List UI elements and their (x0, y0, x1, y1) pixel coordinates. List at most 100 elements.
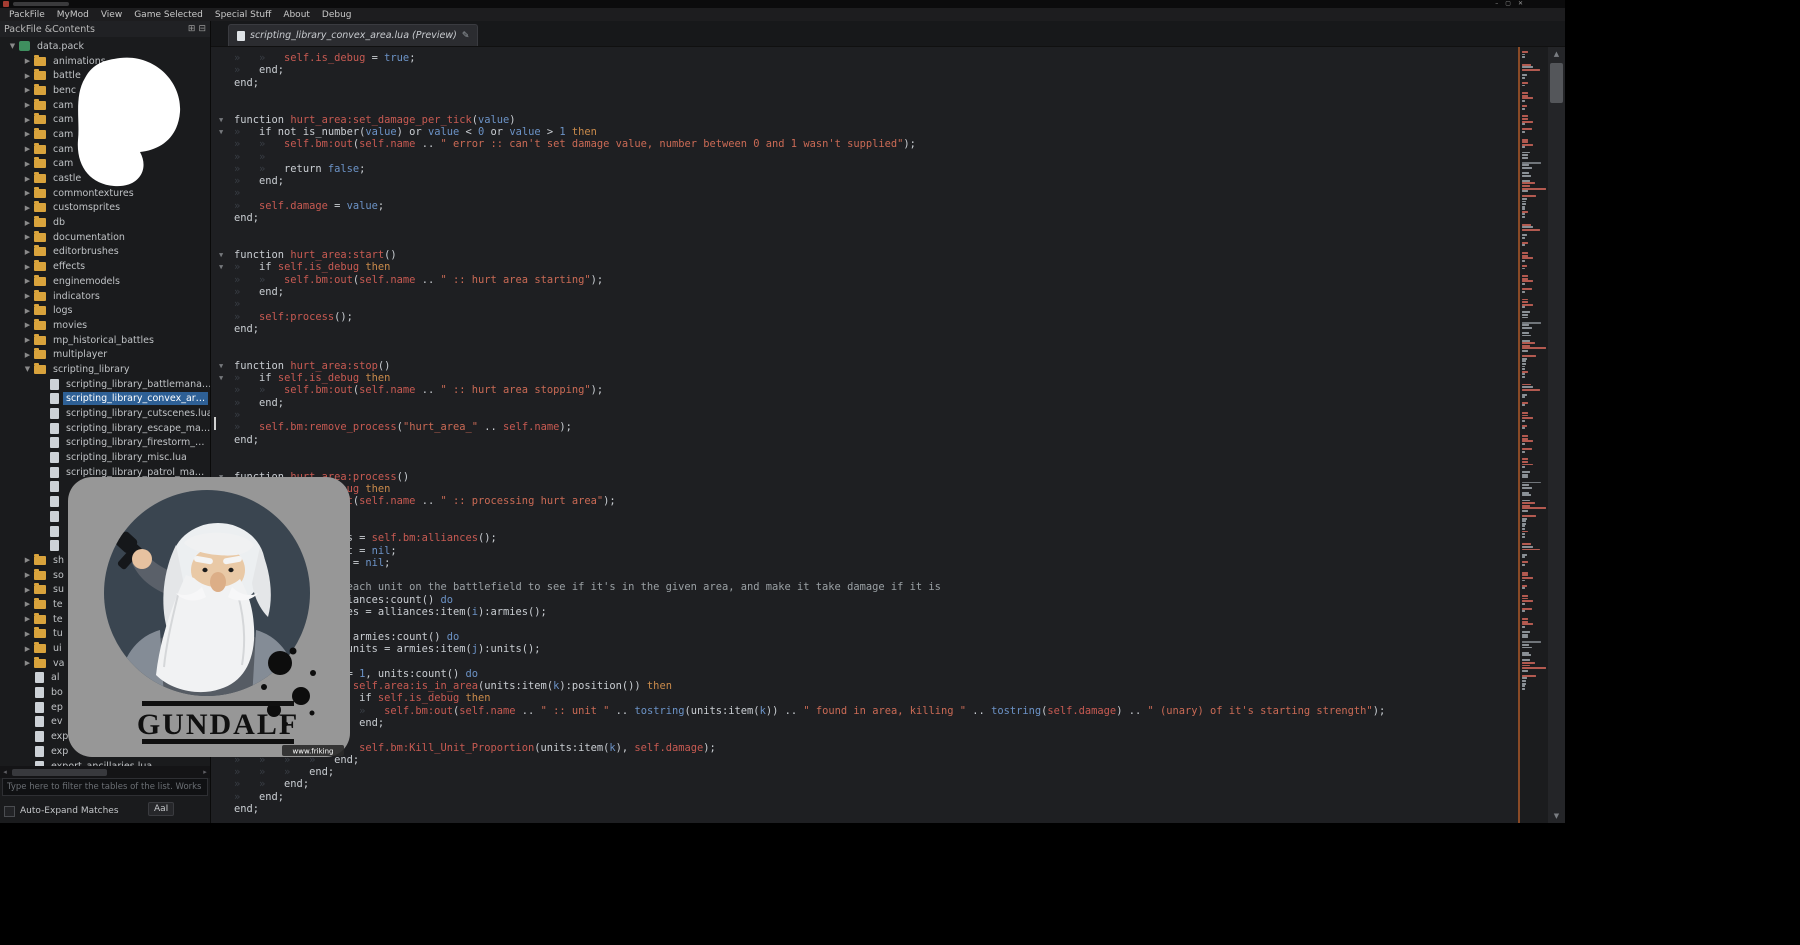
expand-all-icon[interactable]: ⊞ (188, 24, 196, 34)
vertical-scrollbar[interactable]: ▲ ▼ (1548, 47, 1565, 823)
tree-expand-icon[interactable]: ▶ (21, 101, 34, 109)
auto-expand-checkbox[interactable] (4, 806, 15, 817)
tree-expand-icon[interactable]: ▶ (21, 659, 34, 667)
tree-expand-icon[interactable]: ▶ (21, 307, 34, 315)
menu-item-mymod[interactable]: MyMod (51, 10, 95, 20)
tree-expand-icon[interactable]: ▶ (21, 600, 34, 608)
menu-item-packfile[interactable]: PackFile (3, 10, 51, 20)
tree-expand-icon[interactable]: ▶ (21, 189, 34, 197)
menu-item-view[interactable]: View (95, 10, 128, 20)
panel-header: PackFile &Contents ⊞ ⊟ (0, 21, 210, 37)
tree-item-movies[interactable]: ▶movies (0, 318, 210, 333)
tree-expand-icon[interactable]: ▶ (21, 86, 34, 94)
code-line: end; (211, 77, 1518, 89)
code-line: » » » » » end; (211, 717, 1518, 729)
pencil-icon[interactable]: ✎ (462, 31, 470, 41)
tree-item-label: mp_historical_battles (50, 334, 157, 347)
sticker-watermark: www.friking (293, 748, 334, 756)
menu-item-special-stuff[interactable]: Special Stuff (209, 10, 277, 20)
tree-expand-icon[interactable]: ▶ (21, 321, 34, 329)
tree-expand-icon[interactable]: ▶ (21, 145, 34, 153)
tree-expand-icon[interactable]: ▶ (21, 175, 34, 183)
tree-expand-icon[interactable]: ▶ (21, 351, 34, 359)
tree-expand-icon[interactable]: ▶ (21, 248, 34, 256)
tab-scripting-library-convex-area[interactable]: scripting_library_convex_area.lua (Previ… (228, 24, 478, 46)
tree-expand-icon[interactable]: ▶ (21, 160, 34, 168)
tree-expand-icon[interactable]: ▶ (21, 586, 34, 594)
tree-expand-icon[interactable]: ▶ (21, 57, 34, 65)
fold-arrow-icon[interactable]: ▼ (219, 373, 223, 383)
tree-item-documentation[interactable]: ▶documentation (0, 230, 210, 245)
tree-expand-icon[interactable]: ▶ (21, 645, 34, 653)
tree-item-enginemodels[interactable]: ▶enginemodels (0, 274, 210, 289)
folder-icon (34, 585, 46, 594)
fold-arrow-icon[interactable]: ▼ (219, 262, 223, 272)
scroll-thumb[interactable] (1550, 63, 1563, 103)
scroll-down-icon[interactable]: ▼ (1548, 809, 1565, 823)
tree-item-scripting-library[interactable]: ▼scripting_library (0, 362, 210, 377)
tree-expand-icon[interactable]: ▶ (21, 615, 34, 623)
tree-item-scripting-library-misc-lua[interactable]: scripting_library_misc.lua (0, 450, 210, 465)
tree-item-db[interactable]: ▶db (0, 215, 210, 230)
tree-item-scripting-library-cutscenes-lua[interactable]: scripting_library_cutscenes.lua (0, 406, 210, 421)
tree-expand-icon[interactable]: ▶ (21, 336, 34, 344)
tree-item-indicators[interactable]: ▶indicators (0, 289, 210, 304)
tree-filter-input[interactable] (2, 778, 208, 796)
editor-area: scripting_library_convex_area.lua (Previ… (211, 21, 1565, 823)
tree-item-scripting-library-convex-ar-[interactable]: scripting_library_convex_ar… (0, 392, 210, 407)
code-line: » » end; (211, 778, 1518, 790)
fold-arrow-icon[interactable]: ▼ (219, 127, 223, 137)
tree-expand-icon[interactable]: ▶ (21, 116, 34, 124)
tree-expand-icon[interactable]: ▶ (21, 219, 34, 227)
code-line: » » » end; (211, 766, 1518, 778)
folder-icon (34, 262, 46, 271)
tree-item-scripting-library-battlemana-[interactable]: scripting_library_battlemana… (0, 377, 210, 392)
case-sensitive-button[interactable]: AaI (148, 802, 174, 816)
minimize-icon[interactable]: – (1495, 0, 1498, 8)
code-line (211, 348, 1518, 360)
fold-arrow-icon[interactable]: ▼ (219, 250, 223, 260)
tree-expand-icon[interactable]: ▶ (21, 204, 34, 212)
menu-item-game-selected[interactable]: Game Selected (128, 10, 209, 20)
menu-item-about[interactable]: About (277, 10, 316, 20)
tree-item-effects[interactable]: ▶effects (0, 259, 210, 274)
code-line: » -- go through each unit on the battlef… (211, 581, 1518, 593)
tree-expand-icon[interactable]: ▶ (21, 571, 34, 579)
tree-item-editorbrushes[interactable]: ▶editorbrushes (0, 245, 210, 260)
scroll-thumb[interactable] (12, 769, 107, 776)
tree-expand-icon[interactable]: ▶ (21, 72, 34, 80)
tree-item-mp-historical-battles[interactable]: ▶ mp_historical_battles (0, 333, 210, 348)
tree-collapse-icon[interactable]: ▼ (6, 42, 19, 50)
scroll-left-icon[interactable]: ◂ (0, 768, 10, 776)
tree-horizontal-scrollbar[interactable]: ◂ ▸ (0, 766, 210, 778)
close-icon[interactable]: ✕ (1518, 0, 1523, 8)
fold-arrow-icon[interactable]: ▼ (219, 361, 223, 371)
tree-item-multiplayer[interactable]: ▶multiplayer (0, 347, 210, 362)
folder-icon (34, 350, 46, 359)
code-line: » » » » » self.bm:Kill_Unit_Proportion(u… (211, 742, 1518, 754)
tree-item-label: scripting_library_convex_ar… (63, 392, 208, 405)
scroll-right-icon[interactable]: ▸ (200, 768, 210, 776)
tree-item-customsprites[interactable]: ▶customsprites (0, 201, 210, 216)
tree-item-logs[interactable]: ▶logs (0, 303, 210, 318)
tree-collapse-icon[interactable]: ▼ (21, 365, 34, 373)
tree-expand-icon[interactable]: ▶ (21, 292, 34, 300)
tree-item-scripting-library-firestorm-[interactable]: scripting_library_firestorm_… (0, 436, 210, 451)
tree-expand-icon[interactable]: ▶ (21, 630, 34, 638)
menu-item-debug[interactable]: Debug (316, 10, 358, 20)
scroll-up-icon[interactable]: ▲ (1548, 47, 1565, 61)
tree-item-scripting-library-escape-ma-[interactable]: scripting_library_escape_ma… (0, 421, 210, 436)
tree-expand-icon[interactable]: ▶ (21, 263, 34, 271)
minimap[interactable] (1518, 47, 1548, 823)
code-editor[interactable]: » » self.is_debug = true;» end;end;▼func… (211, 47, 1518, 823)
tree-item-label: ep (48, 701, 66, 714)
collapse-all-icon[interactable]: ⊟ (198, 24, 206, 34)
fold-arrow-icon[interactable]: ▼ (219, 115, 223, 125)
tree-expand-icon[interactable]: ▶ (21, 130, 34, 138)
tree-expand-icon[interactable]: ▶ (21, 277, 34, 285)
code-line: » (211, 409, 1518, 421)
tree-expand-icon[interactable]: ▶ (21, 233, 34, 241)
whitespace-marks: » » (234, 778, 284, 790)
maximize-icon[interactable]: ▢ (1505, 0, 1511, 8)
tree-expand-icon[interactable]: ▶ (21, 556, 34, 564)
